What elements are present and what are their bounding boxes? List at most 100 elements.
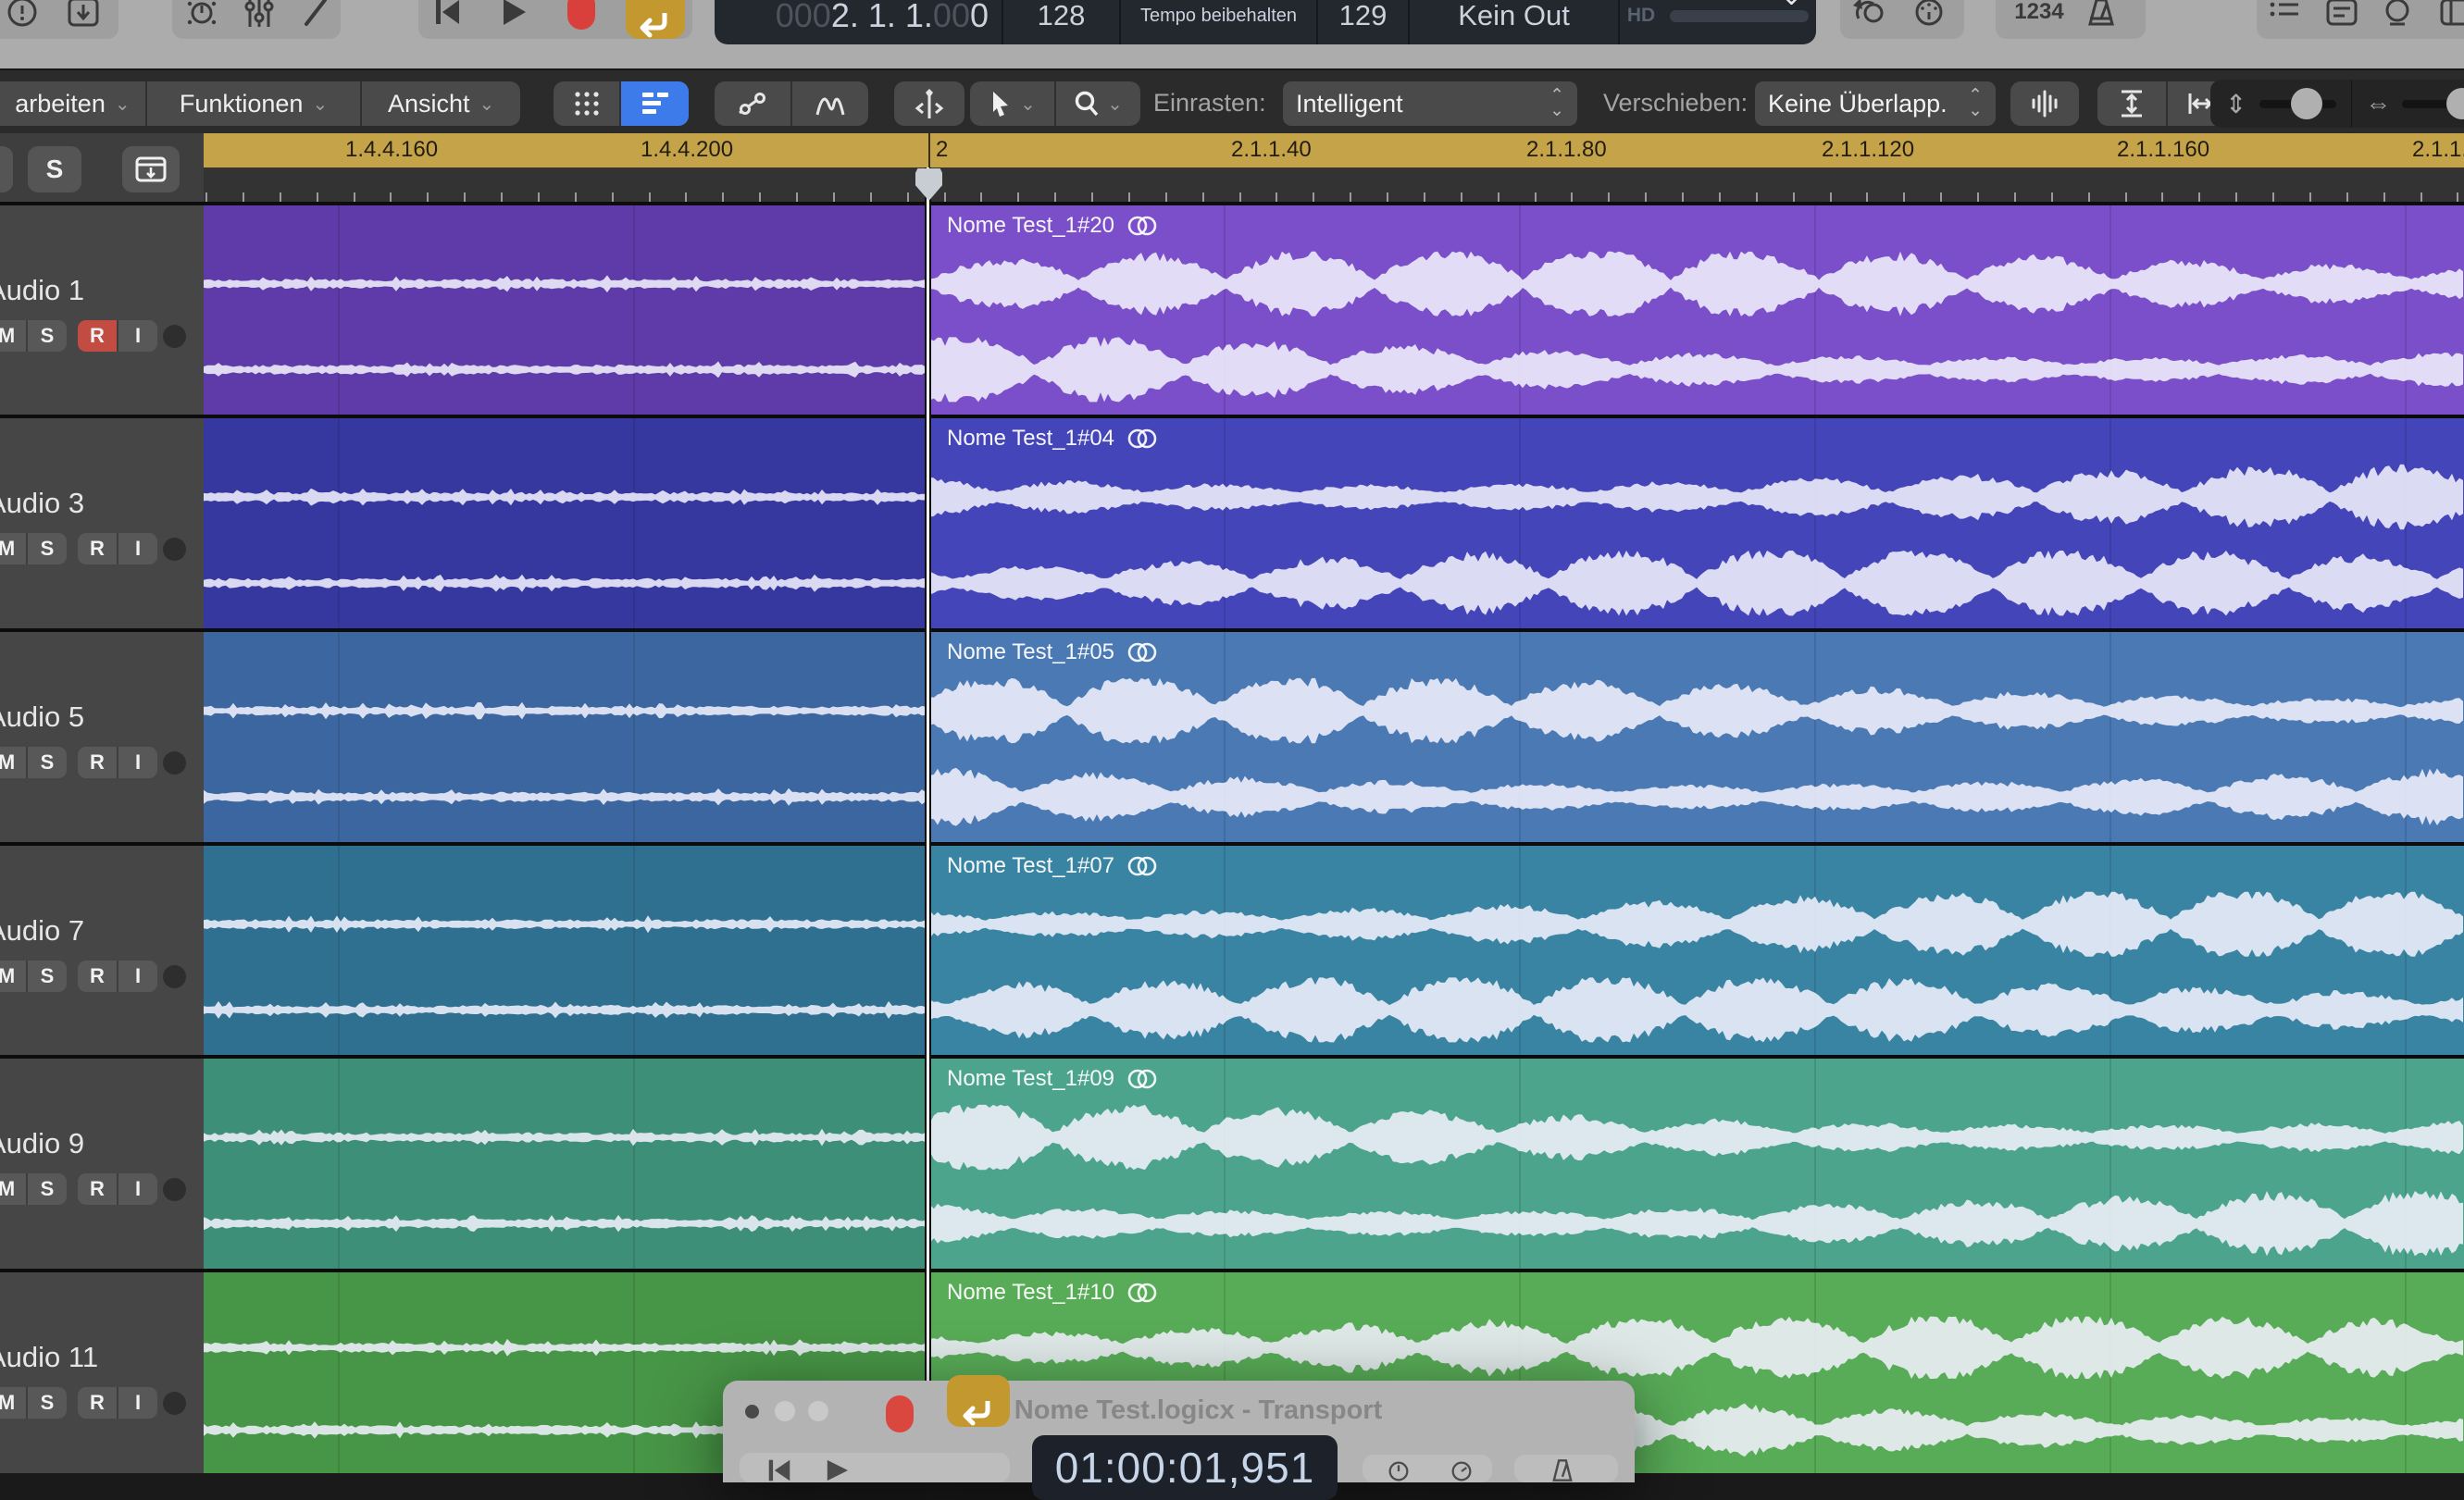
record-input-buttons: RI xyxy=(78,961,157,992)
audio-region-Nome Test_1#07[interactable]: Nome Test_1#07 xyxy=(930,846,2464,1055)
track-area: Audio 1MSRINome Test_1#20Audio 3MSRINome… xyxy=(0,0,2464,1473)
region-name: Nome Test_1#09 xyxy=(947,1066,1159,1092)
waveform xyxy=(204,418,927,628)
record-icon[interactable] xyxy=(886,1395,914,1432)
record-input-buttons: RI xyxy=(78,1173,157,1205)
input-monitor-button[interactable]: I xyxy=(117,1173,157,1205)
track-name: Audio 5 xyxy=(0,700,84,734)
transport-window-title: ⌗ Nome Test.logicx - Transport xyxy=(723,1394,1635,1427)
waveform xyxy=(204,1059,927,1269)
mute-solo-buttons: MS xyxy=(0,747,67,778)
solo-button[interactable]: S xyxy=(26,533,67,564)
input-monitor-button[interactable]: I xyxy=(117,533,157,564)
region-name-text: Nome Test_1#09 xyxy=(947,1066,1114,1092)
track-header-audio-5[interactable]: Audio 5MSRI xyxy=(0,632,204,842)
title-text: Nome Test.logicx - Transport xyxy=(1014,1395,1382,1426)
audio-region[interactable] xyxy=(204,632,927,842)
transport-time-display[interactable]: 01:00:01,951 xyxy=(1032,1435,1338,1500)
audio-region-Nome Test_1#20[interactable]: Nome Test_1#20 xyxy=(930,205,2464,415)
input-monitor-button[interactable]: I xyxy=(117,747,157,778)
track-header-audio-1[interactable]: Audio 1MSRI xyxy=(0,205,204,415)
mute-button[interactable]: M xyxy=(0,1173,26,1205)
region-name: Nome Test_1#20 xyxy=(947,213,1159,239)
waveform xyxy=(930,846,2464,1055)
waveform xyxy=(930,1059,2464,1269)
audio-region[interactable] xyxy=(204,205,927,415)
mute-button[interactable]: M xyxy=(0,961,26,992)
region-name: Nome Test_1#04 xyxy=(947,426,1159,452)
waveform xyxy=(204,205,927,415)
stereo-icon xyxy=(1126,855,1159,877)
audio-region[interactable] xyxy=(204,846,927,1055)
track-header-audio-7[interactable]: Audio 7MSRI xyxy=(0,846,204,1055)
track-status-dot xyxy=(163,538,186,561)
mute-button[interactable]: M xyxy=(0,320,26,352)
mute-solo-buttons: MS xyxy=(0,320,67,352)
record-enable-button[interactable]: R xyxy=(78,1387,117,1419)
track-status-dot xyxy=(163,1178,186,1201)
waveform xyxy=(204,632,927,842)
transport-window[interactable]: ⌗ Nome Test.logicx - Transport 01:00:01,… xyxy=(723,1381,1635,1482)
track-header-audio-3[interactable]: Audio 3MSRI xyxy=(0,418,204,628)
track-header-audio-11[interactable]: Audio 11MSRI xyxy=(0,1272,204,1473)
stereo-icon xyxy=(1126,215,1159,237)
track-name: Audio 9 xyxy=(0,1127,84,1160)
record-enable-button[interactable]: R xyxy=(78,747,117,778)
track-name: Audio 3 xyxy=(0,487,84,520)
region-name: Nome Test_1#07 xyxy=(947,853,1159,879)
clock-icon[interactable] xyxy=(1445,1460,1478,1487)
region-name-text: Nome Test_1#10 xyxy=(947,1280,1114,1306)
mute-button[interactable]: M xyxy=(0,747,26,778)
loop-button[interactable] xyxy=(947,1375,1010,1427)
region-name-text: Nome Test_1#04 xyxy=(947,426,1114,452)
stereo-icon xyxy=(1126,1068,1159,1090)
waveform xyxy=(930,632,2464,842)
record-input-buttons: RI xyxy=(78,533,157,564)
solo-button[interactable]: S xyxy=(26,961,67,992)
input-monitor-button[interactable]: I xyxy=(117,1387,157,1419)
record-enable-button[interactable]: R xyxy=(78,1173,117,1205)
mute-button[interactable]: M xyxy=(0,533,26,564)
stereo-icon xyxy=(1126,428,1159,450)
playhead-line[interactable] xyxy=(925,167,931,1473)
mute-solo-buttons: MS xyxy=(0,533,67,564)
track-status-dot xyxy=(163,325,186,348)
mute-button[interactable]: M xyxy=(0,1387,26,1419)
tuner-icon[interactable] xyxy=(1382,1460,1415,1487)
record-input-buttons: RI xyxy=(78,320,157,352)
record-enable-button[interactable]: R xyxy=(78,320,117,352)
region-name: Nome Test_1#10 xyxy=(947,1280,1159,1306)
record-enable-button[interactable]: R xyxy=(78,961,117,992)
track-header-audio-9[interactable]: Audio 9MSRI xyxy=(0,1059,204,1269)
audio-region-Nome Test_1#05[interactable]: Nome Test_1#05 xyxy=(930,632,2464,842)
waveform xyxy=(930,205,2464,415)
mute-solo-buttons: MS xyxy=(0,961,67,992)
track-status-dot xyxy=(163,965,186,988)
record-enable-button[interactable]: R xyxy=(78,533,117,564)
solo-button[interactable]: S xyxy=(26,747,67,778)
solo-button[interactable]: S xyxy=(26,1173,67,1205)
waveform xyxy=(930,418,2464,628)
track-name: Audio 7 xyxy=(0,914,84,948)
waveform xyxy=(204,846,927,1055)
solo-button[interactable]: S xyxy=(26,320,67,352)
smpte-time: 01:00:01,951 xyxy=(1055,1443,1315,1493)
region-name: Nome Test_1#05 xyxy=(947,639,1159,665)
track-name: Audio 1 xyxy=(0,274,84,307)
input-monitor-button[interactable]: I xyxy=(117,320,157,352)
audio-region-Nome Test_1#09[interactable]: Nome Test_1#09 xyxy=(930,1059,2464,1269)
record-input-buttons: RI xyxy=(78,1387,157,1419)
mute-solo-buttons: MS xyxy=(0,1173,67,1205)
audio-region[interactable] xyxy=(204,1059,927,1269)
mute-solo-buttons: MS xyxy=(0,1387,67,1419)
stereo-icon xyxy=(1126,1282,1159,1304)
audio-region[interactable] xyxy=(204,418,927,628)
input-monitor-button[interactable]: I xyxy=(117,961,157,992)
solo-button[interactable]: S xyxy=(26,1387,67,1419)
track-status-dot xyxy=(163,1392,186,1415)
region-name-text: Nome Test_1#07 xyxy=(947,853,1114,879)
stereo-icon xyxy=(1126,641,1159,663)
audio-region-Nome Test_1#04[interactable]: Nome Test_1#04 xyxy=(930,418,2464,628)
region-name-text: Nome Test_1#05 xyxy=(947,639,1114,665)
track-name: Audio 11 xyxy=(0,1341,98,1374)
